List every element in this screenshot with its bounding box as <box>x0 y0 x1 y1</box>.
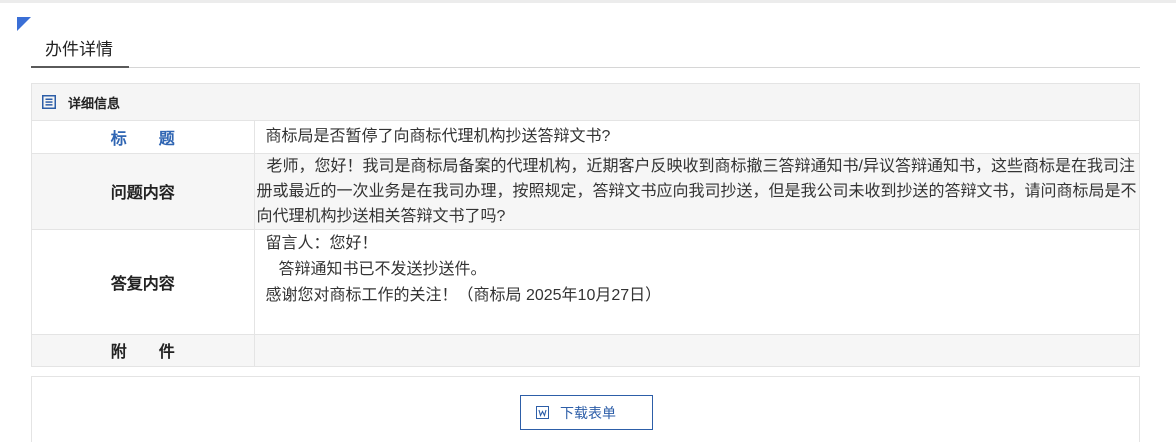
title-value: 商标局是否暂停了向商标代理机构抄送答辩文书? <box>254 121 1139 154</box>
reply-value: 留言人：您好！ 答辩通知书已不发送抄送件。 感谢您对商标工作的关注！（商标局 2… <box>254 229 1139 335</box>
download-form-button[interactable]: 下载表单 <box>520 395 653 430</box>
tab-bar: 办件详情 <box>31 36 1140 68</box>
panel-title: 详细信息 <box>68 95 121 111</box>
tab-case-details[interactable]: 办件详情 <box>31 36 129 68</box>
reply-label: 答复内容 <box>32 229 255 335</box>
detail-panel: 详细信息 标 题 商标局是否暂停了向商标代理机构抄送答辩文书? 问题内容 老师，… <box>31 83 1140 367</box>
title-label: 标 题 <box>32 121 255 154</box>
attachment-label: 附 件 <box>32 334 255 367</box>
panel-header: 详细信息 <box>32 84 1139 121</box>
question-label: 问题内容 <box>32 153 255 230</box>
actions-box: 下载表单 <box>31 376 1140 442</box>
reply-greeting: 留言人：您好！ <box>265 234 378 252</box>
top-border-strip <box>0 0 1176 3</box>
reply-closing: 感谢您对商标工作的关注！（商标局 2025年10月27日） <box>265 286 662 304</box>
question-value: 老师，您好！我司是商标局备案的代理机构，近期客户反映收到商标撤三答辩通知书/异议… <box>254 153 1139 230</box>
attachment-value <box>254 334 1139 367</box>
word-document-icon <box>536 406 549 419</box>
table-row-reply: 答复内容 留言人：您好！ 答辩通知书已不发送抄送件。 感谢您对商标工作的关注！（… <box>32 229 1139 335</box>
corner-triangle-icon <box>17 17 31 31</box>
download-form-label: 下载表单 <box>560 404 616 421</box>
reply-body: 答辩通知书已不发送抄送件。 <box>278 260 487 278</box>
table-row-attachment: 附 件 <box>32 334 1139 367</box>
detail-table: 标 题 商标局是否暂停了向商标代理机构抄送答辩文书? 问题内容 老师，您好！我司… <box>32 121 1139 367</box>
table-row-question: 问题内容 老师，您好！我司是商标局备案的代理机构，近期客户反映收到商标撤三答辩通… <box>32 153 1139 230</box>
table-row-title: 标 题 商标局是否暂停了向商标代理机构抄送答辩文书? <box>32 121 1139 154</box>
list-icon <box>42 95 56 109</box>
